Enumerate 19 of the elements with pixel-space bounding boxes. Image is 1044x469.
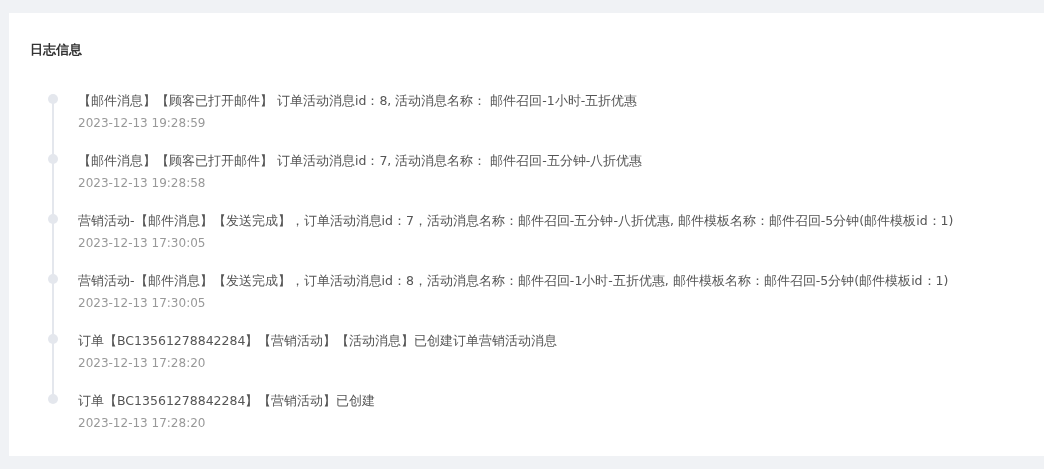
log-time: 2023-12-13 19:28:58 [78,175,207,191]
log-time: 2023-12-13 17:30:05 [78,235,207,251]
log-message: 营销活动-【邮件消息】【发送完成】，订单活动消息id：7，活动消息名称：邮件召回-五分钟-八折优惠, 邮件模板名称：邮件召回-5分钟(邮件模板id：1) [78,213,954,229]
timeline-dot [48,94,58,104]
log-message: 【邮件消息】【顾客已打开邮件】 订单活动消息id：8, 活动消息名称： 邮件召回-1小时-五折优惠 [78,93,638,109]
log-message: 【邮件消息】【顾客已打开邮件】 订单活动消息id：7, 活动消息名称： 邮件召回-五分钟-八折优惠 [78,153,643,169]
timeline-dot [48,334,58,344]
log-message: 订单【BC13561278842284】【营销活动】【活动消息】已创建订单营销活动消息 [78,333,558,349]
log-time: 2023-12-13 17:30:05 [78,295,207,311]
log-time: 2023-12-13 17:28:20 [78,355,207,371]
log-time: 2023-12-13 19:28:59 [78,115,207,131]
timeline-dot [48,274,58,284]
timeline-dot [48,394,58,404]
log-message: 营销活动-【邮件消息】【发送完成】，订单活动消息id：8，活动消息名称：邮件召回-1小时-五折优惠, 邮件模板名称：邮件召回-5分钟(邮件模板id：1) [78,273,949,289]
timeline-dot [48,154,58,164]
panel-title: 日志信息 [30,41,83,59]
log-time: 2023-12-13 17:28:20 [78,415,207,431]
log-message: 订单【BC13561278842284】【营销活动】已创建 [78,393,376,409]
timeline-dot [48,214,58,224]
